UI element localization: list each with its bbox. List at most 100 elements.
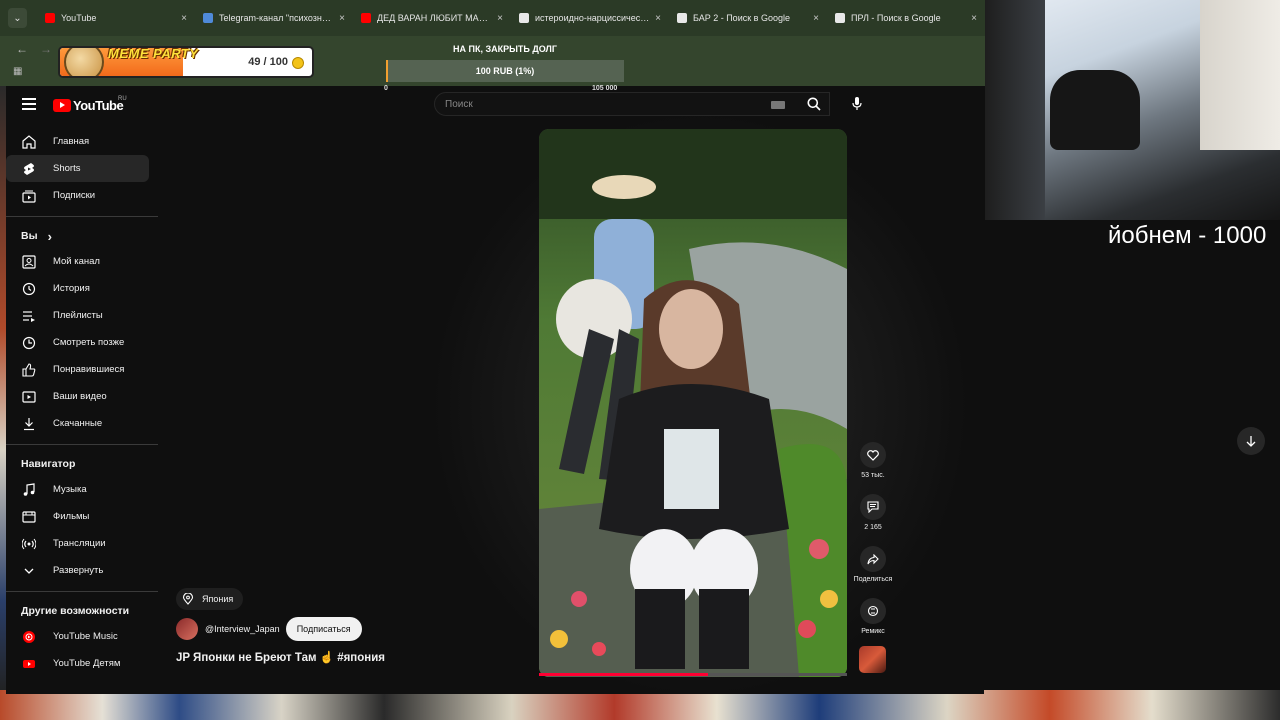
tab-title: YouTube <box>61 13 97 23</box>
sidebar-item[interactable]: Скачанные <box>6 410 158 437</box>
sidebar-item[interactable]: Подписки <box>6 182 158 209</box>
remix-label: Ремикс <box>861 628 885 635</box>
sidebar-item[interactable]: Понравившиеся <box>6 356 158 383</box>
tab-close-icon[interactable]: × <box>339 13 345 24</box>
channel-icon <box>22 254 36 269</box>
background-strip <box>0 690 1280 720</box>
tab-close-icon[interactable]: × <box>181 13 187 24</box>
sound-avatar[interactable] <box>859 646 886 673</box>
browser-tab[interactable]: ДЕД ВАРАН ЛЮБИТ МАЛЬЧИКОВ × <box>353 4 511 32</box>
browser-tab[interactable]: истероидно-нарциссический × <box>511 4 669 32</box>
browser-tab[interactable]: БАР 2 - Поиск в Google × <box>669 4 827 32</box>
sidebar-item-label: Фильмы <box>53 511 90 522</box>
music-icon <box>22 482 36 497</box>
meme-party-count: 49 / 100 <box>248 56 288 68</box>
tab-title: ПРЛ - Поиск в Google <box>851 13 941 23</box>
channel-name[interactable]: @Interview_Japan <box>205 624 280 634</box>
screen: ⌄ YouTube×Telegram-канал "психознакомств… <box>0 0 1280 720</box>
channel-avatar[interactable] <box>176 618 198 640</box>
keyboard-icon[interactable] <box>771 101 785 109</box>
sidebar-item-label: Скачанные <box>53 418 103 429</box>
remix-action[interactable]: Ремикс <box>850 598 896 635</box>
hamburger-menu-icon[interactable] <box>22 98 36 110</box>
remix-icon <box>867 605 879 617</box>
channel-row: @Interview_Japan Подписаться <box>176 617 362 641</box>
sidebar-you-heading-label: Вы <box>21 230 38 242</box>
share-icon <box>867 553 879 564</box>
sidebar-item[interactable]: Плейлисты <box>6 302 158 329</box>
location-label: Япония <box>202 594 234 604</box>
comments-button[interactable] <box>860 494 886 520</box>
sidebar-item[interactable]: Развернуть <box>6 557 158 584</box>
coin-icon <box>292 57 304 69</box>
tab-close-icon[interactable]: × <box>497 13 503 24</box>
youtube-music-icon <box>22 630 36 644</box>
subscriptions-icon <box>22 189 36 203</box>
subscribe-button[interactable]: Подписаться <box>285 617 362 641</box>
sidebar-navigator-heading: Навигатор <box>6 452 158 476</box>
tab-close-icon[interactable]: × <box>655 13 661 24</box>
shorts-icon <box>22 162 36 176</box>
remix-button[interactable] <box>860 598 886 624</box>
location-pin-icon <box>182 593 194 605</box>
forward-icon[interactable]: → <box>40 42 52 56</box>
short-title[interactable]: JP Японки не Бреют Там ☝️ #япония <box>176 650 385 664</box>
chevron-right-icon: › <box>47 228 52 244</box>
sidebar-item[interactable]: Мой канал <box>6 248 158 275</box>
movies-icon <box>22 510 36 524</box>
location-chip[interactable]: Япония <box>176 588 244 610</box>
apps-grid-icon[interactable]: ▦ <box>13 66 22 77</box>
sidebar-item[interactable]: YouTube Детям <box>6 650 158 677</box>
like-button[interactable] <box>860 442 886 468</box>
arrow-down-icon <box>1246 436 1256 447</box>
browser-tab[interactable]: ПРЛ - Поиск в Google × <box>827 4 985 32</box>
webcam-curtain <box>985 0 1045 220</box>
comment-icon <box>867 501 879 513</box>
chevron-down-icon <box>22 564 36 578</box>
sidebar-item[interactable]: Смотреть позже <box>6 329 158 356</box>
short-video-player[interactable] <box>539 129 847 677</box>
sidebar-divider <box>6 444 158 445</box>
tab-favicon-icon <box>519 13 529 23</box>
tab-search-button[interactable]: ⌄ <box>8 8 27 28</box>
sidebar-you-heading[interactable]: Вы › <box>6 224 158 248</box>
sidebar-item[interactable]: YouTube Music <box>6 623 158 650</box>
comments-action[interactable]: 2 165 <box>850 494 896 531</box>
search-placeholder: Поиск <box>445 99 473 110</box>
sidebar-item[interactable]: Музыка <box>6 476 158 503</box>
browser-tab[interactable]: Telegram-канал "психознакомства" × <box>195 4 353 32</box>
tab-close-icon[interactable]: × <box>813 13 819 24</box>
video-progress-fill <box>539 673 709 676</box>
browser-tab-bar: ⌄ YouTube×Telegram-канал "психознакомств… <box>0 0 985 36</box>
back-icon[interactable]: ← <box>16 42 28 56</box>
region-code: RU <box>118 96 127 102</box>
stream-overlay-text: йобнем - 1000 <box>1108 222 1267 249</box>
browser-tab[interactable]: YouTube × <box>37 4 195 32</box>
sidebar-item[interactable]: Главная <box>6 128 158 155</box>
sidebar-item[interactable]: Shorts <box>6 155 149 182</box>
tab-title: БАР 2 - Поиск в Google <box>693 13 790 23</box>
meme-party-widget: MEME PARTY 49 / 100 <box>58 46 314 78</box>
donation-goal-min: 0 <box>384 85 388 92</box>
like-action[interactable]: 53 тыс. <box>850 442 896 479</box>
sidebar-item[interactable]: Трансляции <box>6 530 158 557</box>
sidebar-item[interactable]: Фильмы <box>6 503 158 530</box>
sidebar-item[interactable]: Ваши видео <box>6 383 158 410</box>
tab-title: истероидно-нарциссический <box>535 13 652 23</box>
youtube-logo[interactable]: YouTube RU <box>53 96 127 113</box>
video-progress-bar[interactable] <box>539 673 847 676</box>
share-action[interactable]: Поделиться <box>850 546 896 583</box>
next-short-button[interactable] <box>1237 427 1265 455</box>
sidebar-item[interactable]: История <box>6 275 158 302</box>
home-icon <box>22 134 36 149</box>
like-icon <box>22 362 36 377</box>
like-count: 53 тыс. <box>861 472 885 479</box>
sidebar-item-label: Музыка <box>53 484 87 495</box>
tab-favicon-icon <box>45 13 55 23</box>
tab-close-icon[interactable]: × <box>971 13 977 24</box>
sidebar-item-label: Трансляции <box>53 538 106 549</box>
heart-icon <box>867 449 879 461</box>
sidebar-divider <box>6 216 158 217</box>
share-button[interactable] <box>860 546 886 572</box>
sidebar-more-heading: Другие возможности <box>6 599 158 623</box>
